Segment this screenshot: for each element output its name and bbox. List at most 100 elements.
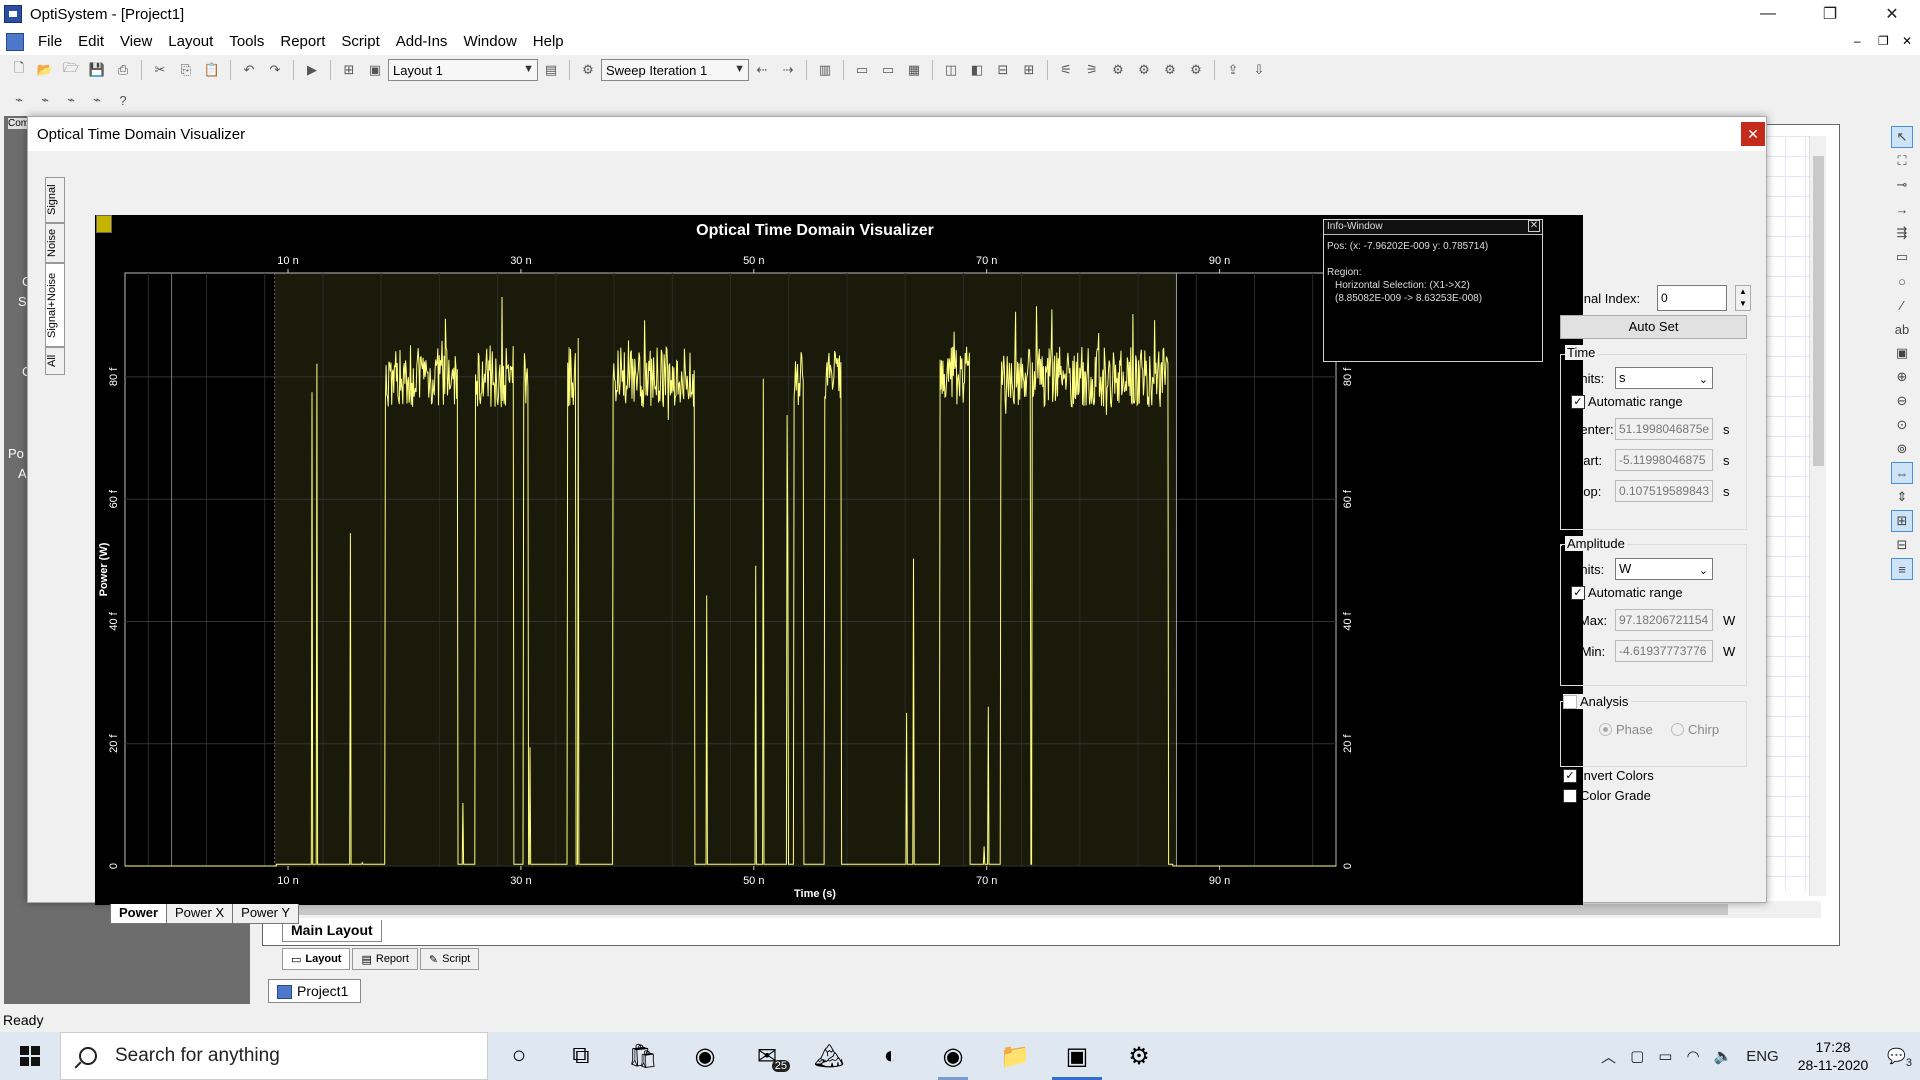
checkbox-unchecked-icon[interactable] [1563,788,1577,803]
ellipse-tool-icon[interactable]: ○ [1891,270,1913,292]
volume-icon[interactable]: 🔈 [1714,1047,1733,1065]
split-v-icon[interactable]: ⊞ [1018,59,1040,81]
print-icon[interactable]: ⎙ [112,59,134,81]
text-tool-icon[interactable]: ab [1891,318,1913,340]
minimize-button[interactable]: — [1740,0,1796,28]
info-window[interactable]: Info-Window ✕ Pos: (x: -7.96202E-009 y: … [1323,219,1543,362]
layout-vertical-scrollbar[interactable] [1809,136,1826,896]
radio-selected-icon[interactable] [1599,723,1612,736]
checkbox-checked-icon[interactable]: ✓ [1571,394,1585,409]
zoom-area-icon[interactable]: ⊚ [1891,438,1913,460]
component5-icon[interactable]: ⚙ [1159,59,1181,81]
checkbox-unchecked-icon[interactable] [1563,694,1577,709]
start-button[interactable] [0,1032,60,1080]
stop-input[interactable] [1615,480,1713,502]
close-button[interactable]: ✕ [1864,0,1920,28]
connect-tool-icon[interactable]: ⊸ [1891,174,1913,196]
project-tab[interactable]: Project1 [268,979,362,1003]
zoom-out-icon[interactable]: ⊖ [1891,390,1913,412]
amp-units-select[interactable]: W ⌄ [1615,558,1713,580]
chirp-option[interactable]: Chirp [1671,722,1719,737]
group-icon[interactable]: ⊞ [1891,510,1913,532]
menu-edit[interactable]: Edit [70,33,112,50]
fit-height-icon[interactable]: ⇕ [1891,486,1913,508]
connect3-icon[interactable]: ⌁ [60,89,82,111]
pan-icon[interactable]: ⛶ [1891,150,1913,172]
time-auto-range-row[interactable]: ✓ Automatic range [1571,394,1683,409]
pointer-icon[interactable]: ↖ [1891,126,1913,148]
mdi-restore-icon[interactable]: ❐ [1878,34,1889,48]
min-input[interactable] [1615,640,1713,662]
menu-tools[interactable]: Tools [221,33,272,50]
split-icon[interactable]: ◧ [966,59,988,81]
view3-icon[interactable]: ▦ [903,59,925,81]
menu-file[interactable]: File [30,33,70,50]
sweep-next-icon[interactable]: ⇢ [777,59,799,81]
tab-noise[interactable]: Noise [45,223,65,263]
close-icon[interactable]: ✕ [1528,220,1540,232]
mdi-close-icon[interactable]: ✕ [1902,34,1912,48]
split-h-icon[interactable]: ⊟ [992,59,1014,81]
ungroup-icon[interactable]: ⊟ [1891,534,1913,556]
help-icon[interactable]: ? [112,89,134,111]
chrome-profile-icon[interactable]: ◉ [922,1032,984,1080]
component4-icon[interactable]: ⚙ [1133,59,1155,81]
sweep-prev-icon[interactable]: ⇠ [751,59,773,81]
menu-window[interactable]: Window [455,33,524,50]
component6-icon[interactable]: ⚙ [1185,59,1207,81]
amp-auto-range-row[interactable]: ✓ Automatic range [1571,585,1683,600]
align-icon[interactable]: ≡ [1891,558,1913,580]
checkbox-checked-icon[interactable]: ✓ [1571,585,1585,600]
sweep-icon[interactable]: ⚙ [577,59,599,81]
menu-script[interactable]: Script [333,33,387,50]
tab-script[interactable]: ✎ Script [419,948,480,970]
menu-help[interactable]: Help [525,33,572,50]
menu-view[interactable]: View [112,33,160,50]
clock[interactable]: 17:28 28-11-2020 [1798,1038,1869,1074]
view2-icon[interactable]: ▭ [877,59,899,81]
max-input[interactable] [1615,609,1713,631]
network-icon[interactable]: ◠ [1686,1047,1699,1065]
view-icon[interactable]: ▭ [851,59,873,81]
fit-width-icon[interactable]: ⇔ [1891,462,1913,484]
visualizer-close-button[interactable]: ✕ [1741,122,1765,146]
layout-icon[interactable]: ▣ [364,59,386,81]
layout-properties-icon[interactable]: ▤ [540,59,562,81]
tab-signal-noise[interactable]: Signal+Noise [45,263,65,347]
component-icon[interactable]: ⚟ [1055,59,1077,81]
notifications-icon[interactable]: 💬 3 [1887,1047,1912,1069]
tile-icon[interactable]: ◫ [940,59,962,81]
center-input[interactable] [1615,418,1713,440]
battery-icon[interactable]: ▭ [1658,1047,1672,1065]
start-input[interactable] [1615,449,1713,471]
radio-unselected-icon[interactable] [1671,723,1684,736]
chevron-up-icon[interactable]: ︿ [1601,1046,1616,1067]
save-icon[interactable]: 💾 [86,59,108,81]
tab-power-y[interactable]: Power Y [232,904,300,924]
checkbox-checked-icon[interactable]: ✓ [1563,768,1577,783]
component2-icon[interactable]: ⚞ [1081,59,1103,81]
phase-option[interactable]: Phase [1599,722,1653,737]
undo-icon[interactable]: ↶ [238,59,260,81]
analysis-row[interactable]: Analysis [1563,694,1632,709]
image-tool-icon[interactable]: ▣ [1891,342,1913,364]
menu-report[interactable]: Report [272,33,333,50]
color-grade-row[interactable]: Color Grade [1563,788,1651,803]
tab-power[interactable]: Power [110,904,168,924]
settings-icon[interactable]: ⚙ [1108,1032,1170,1080]
menu-add-ins[interactable]: Add-Ins [388,33,456,50]
cut-icon[interactable]: ✂ [149,59,171,81]
copy-icon[interactable]: ⎘ [175,59,197,81]
time-units-select[interactable]: s ⌄ [1615,367,1713,389]
signal-index-input[interactable] [1657,285,1727,311]
tab-layout[interactable]: ▭ Layout [282,948,351,970]
add-layout-icon[interactable]: ⊞ [338,59,360,81]
meet-icon[interactable]: ▢ [1630,1047,1644,1065]
file-explorer-icon[interactable]: 📁 [984,1032,1046,1080]
tab-signal[interactable]: Signal [45,177,65,223]
taskbar-search[interactable]: Search for anything [60,1032,488,1080]
mdi-minimize-icon[interactable]: – [1854,34,1861,48]
line-tool-icon[interactable]: ∕ [1891,294,1913,316]
connect-icon[interactable]: ⌁ [8,89,30,111]
restore-button[interactable]: ❐ [1802,0,1858,28]
